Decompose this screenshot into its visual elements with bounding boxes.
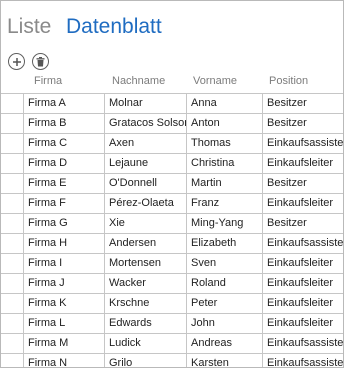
column-header-nachname[interactable]: Nachname bbox=[112, 73, 165, 89]
row-selector[interactable] bbox=[1, 194, 23, 213]
table-row[interactable]: Firma K Krschne Peter Einkaufsleiter bbox=[1, 294, 343, 314]
cell-position[interactable]: Einkaufsleiter bbox=[262, 254, 343, 273]
cell-firma[interactable]: Firma B bbox=[23, 114, 104, 133]
cell-position[interactable]: Besitzer bbox=[262, 114, 343, 133]
cell-nachname[interactable]: Grilo bbox=[104, 354, 186, 367]
cell-nachname[interactable]: Mortensen bbox=[104, 254, 186, 273]
cell-position[interactable]: Einkaufsleiter bbox=[262, 314, 343, 333]
cell-vorname[interactable]: Ming-Yang bbox=[186, 214, 262, 233]
cell-nachname[interactable]: Wacker bbox=[104, 274, 186, 293]
cell-nachname[interactable]: Andersen bbox=[104, 234, 186, 253]
cell-position[interactable]: Einkaufsassistent bbox=[262, 354, 343, 367]
cell-vorname[interactable]: Thomas bbox=[186, 134, 262, 153]
table-row[interactable]: Firma J Wacker Roland Einkaufsleiter bbox=[1, 274, 343, 294]
row-selector[interactable] bbox=[1, 334, 23, 353]
cell-nachname[interactable]: O'Donnell bbox=[104, 174, 186, 193]
row-selector[interactable] bbox=[1, 314, 23, 333]
cell-position[interactable]: Einkaufsassistent bbox=[262, 334, 343, 353]
cell-position[interactable]: Einkaufsleiter bbox=[262, 294, 343, 313]
cell-position[interactable]: Einkaufsleiter bbox=[262, 274, 343, 293]
cell-nachname[interactable]: Lejaune bbox=[104, 154, 186, 173]
cell-position[interactable]: Besitzer bbox=[262, 174, 343, 193]
cell-vorname[interactable]: Anna bbox=[186, 94, 262, 113]
row-selector[interactable] bbox=[1, 294, 23, 313]
row-selector[interactable] bbox=[1, 154, 23, 173]
data-grid: Firma A Molnar Anna Besitzer Firma B Gratacos… bbox=[1, 93, 343, 367]
plus-circle-icon bbox=[12, 57, 21, 66]
table-row[interactable]: Firma MLudickAndreasEinkaufsassistent bbox=[1, 334, 343, 354]
table-row[interactable]: Firma F Pérez-Olaeta Franz Einkaufsleiter bbox=[1, 194, 343, 214]
cell-nachname[interactable]: Xie bbox=[104, 214, 186, 233]
cell-firma[interactable]: Firma H bbox=[23, 234, 104, 253]
cell-firma[interactable]: Firma E bbox=[23, 174, 104, 193]
cell-firma[interactable]: Firma L bbox=[23, 314, 104, 333]
row-selector[interactable] bbox=[1, 234, 23, 253]
tab-list-view[interactable]: Liste bbox=[7, 13, 51, 41]
table-row[interactable]: Firma I Mortensen Sven Einkaufsleiter bbox=[1, 254, 343, 274]
cell-nachname[interactable]: Molnar bbox=[104, 94, 186, 113]
cell-vorname[interactable]: Franz bbox=[186, 194, 262, 213]
cell-firma[interactable]: Firma A bbox=[23, 94, 104, 113]
table-row[interactable]: Firma A Molnar Anna Besitzer bbox=[1, 94, 343, 114]
column-header-firma[interactable]: Firma bbox=[34, 73, 62, 89]
cell-firma[interactable]: Firma C bbox=[23, 134, 104, 153]
column-header-vorname[interactable]: Vorname bbox=[193, 73, 237, 89]
cell-firma[interactable]: Firma I bbox=[23, 254, 104, 273]
cell-position[interactable]: Einkaufsleiter bbox=[262, 154, 343, 173]
tab-datasheet-view[interactable]: Datenblatt bbox=[66, 13, 162, 41]
cell-vorname[interactable]: Karsten bbox=[186, 354, 262, 367]
cell-position[interactable]: Einkaufsassistent bbox=[262, 234, 343, 253]
cell-vorname[interactable]: Elizabeth bbox=[186, 234, 262, 253]
row-selector[interactable] bbox=[1, 114, 23, 133]
table-row[interactable]: Firma CAxenThomasEinkaufsassistent bbox=[1, 134, 343, 154]
table-row[interactable]: Firma NGriloKarstenEinkaufsassistent bbox=[1, 354, 343, 367]
cell-firma[interactable]: Firma D bbox=[23, 154, 104, 173]
cell-firma[interactable]: Firma F bbox=[23, 194, 104, 213]
cell-vorname[interactable]: Christina bbox=[186, 154, 262, 173]
trash-circle-icon bbox=[36, 56, 45, 66]
cell-firma[interactable]: Firma M bbox=[23, 334, 104, 353]
cell-firma[interactable]: Firma K bbox=[23, 294, 104, 313]
cell-nachname[interactable]: Axen bbox=[104, 134, 186, 153]
cell-vorname[interactable]: Sven bbox=[186, 254, 262, 273]
table-row[interactable]: Firma D Lejaune Christina Einkaufsleiter bbox=[1, 154, 343, 174]
cell-position[interactable]: Besitzer bbox=[262, 214, 343, 233]
table-row[interactable]: Firma L Edwards John Einkaufsleiter bbox=[1, 314, 343, 334]
cell-nachname[interactable]: Ludick bbox=[104, 334, 186, 353]
cell-firma[interactable]: Firma G bbox=[23, 214, 104, 233]
row-selector[interactable] bbox=[1, 354, 23, 367]
cell-nachname[interactable]: Pérez-Olaeta bbox=[104, 194, 186, 213]
row-selector[interactable] bbox=[1, 174, 23, 193]
row-selector[interactable] bbox=[1, 94, 23, 113]
row-selector[interactable] bbox=[1, 274, 23, 293]
cell-nachname[interactable]: Edwards bbox=[104, 314, 186, 333]
column-header-position[interactable]: Position bbox=[269, 73, 308, 89]
table-row[interactable]: Firma E O'Donnell Martin Besitzer bbox=[1, 174, 343, 194]
row-selector[interactable] bbox=[1, 214, 23, 233]
datasheet-window: Liste Datenblatt Firma Nachname Vorname … bbox=[0, 0, 344, 368]
table-row[interactable]: Firma G Xie Ming-Yang Besitzer bbox=[1, 214, 343, 234]
cell-vorname[interactable]: John bbox=[186, 314, 262, 333]
table-row[interactable]: Firma BGratacos SolsonaAntonBesitzer bbox=[1, 114, 343, 134]
row-selector[interactable] bbox=[1, 134, 23, 153]
cell-position[interactable]: Einkaufsleiter bbox=[262, 194, 343, 213]
cell-nachname[interactable]: Krschne bbox=[104, 294, 186, 313]
table-row[interactable]: Firma HAndersenElizabethEinkaufsassisten… bbox=[1, 234, 343, 254]
cell-position[interactable]: Besitzer bbox=[262, 94, 343, 113]
cell-nachname[interactable]: Gratacos Solsona bbox=[104, 114, 186, 133]
delete-record-button[interactable] bbox=[32, 53, 49, 70]
cell-vorname[interactable]: Martin bbox=[186, 174, 262, 193]
cell-position[interactable]: Einkaufsassistent bbox=[262, 134, 343, 153]
cell-vorname[interactable]: Anton bbox=[186, 114, 262, 133]
cell-vorname[interactable]: Peter bbox=[186, 294, 262, 313]
add-record-button[interactable] bbox=[8, 53, 25, 70]
cell-vorname[interactable]: Roland bbox=[186, 274, 262, 293]
cell-firma[interactable]: Firma J bbox=[23, 274, 104, 293]
row-selector[interactable] bbox=[1, 254, 23, 273]
cell-vorname[interactable]: Andreas bbox=[186, 334, 262, 353]
cell-firma[interactable]: Firma N bbox=[23, 354, 104, 367]
